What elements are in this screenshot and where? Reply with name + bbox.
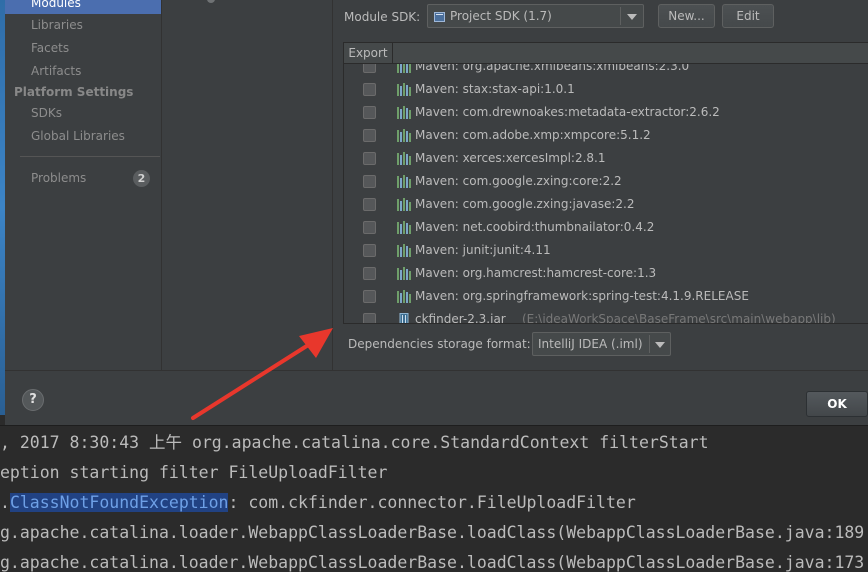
- dependencies-table: Maven: org.apache.xmlbeans:xmlbeans:2.3.…: [343, 42, 868, 324]
- export-checkbox[interactable]: [363, 83, 376, 96]
- problems-count-badge: 2: [133, 170, 150, 187]
- folder-icon: [434, 12, 445, 22]
- screenshot: Modules Libraries Facets Artifacts Platf…: [0, 0, 868, 572]
- dependency-path: (E:\ideaWorkSpace\BaseFrame\src\main\web…: [522, 312, 836, 324]
- library-icon: [397, 106, 411, 119]
- export-checkbox[interactable]: [363, 106, 376, 119]
- sidebar-item-label: Facets: [31, 41, 70, 55]
- dependency-name: Maven: com.adobe.xmp:xmpcore:5.1.2: [415, 128, 651, 142]
- dependency-row[interactable]: Maven: stax:stax-api:1.0.1: [344, 78, 868, 101]
- console-output: , 2017 8:30:43 上午 org.apache.catalina.co…: [0, 425, 868, 572]
- dropdown-separator: [649, 335, 650, 353]
- dependency-name: Maven: com.google.zxing:javase:2.2: [415, 197, 635, 211]
- dialog-button-bar: ? OK: [5, 370, 868, 426]
- dependency-row[interactable]: Maven: org.springframework:spring-test:4…: [344, 285, 868, 308]
- sidebar-item-label: Artifacts: [31, 64, 82, 78]
- sidebar-item-global-libraries[interactable]: Global Libraries: [5, 125, 161, 147]
- module-sdk-value: Project SDK (1.7): [450, 9, 552, 23]
- export-checkbox[interactable]: [363, 313, 376, 323]
- dependency-row[interactable]: Maven: com.google.zxing:javase:2.2: [344, 193, 868, 216]
- library-icon: [397, 221, 411, 234]
- chevron-down-icon: [627, 14, 637, 20]
- dependencies-pane: Module SDK: Project SDK (1.7) New... Edi…: [333, 0, 868, 370]
- new-sdk-button[interactable]: New...: [658, 4, 715, 28]
- export-checkbox[interactable]: [363, 198, 376, 211]
- console-line: g.apache.catalina.loader.WebappClassLoad…: [0, 553, 865, 572]
- module-tree-pane: [162, 0, 333, 370]
- sidebar-item-label: Modules: [31, 0, 81, 10]
- table-header: [393, 43, 868, 64]
- library-icon: [397, 244, 411, 257]
- sidebar-item-modules[interactable]: Modules: [5, 0, 161, 14]
- storage-format-dropdown[interactable]: IntelliJ IDEA (.iml): [532, 332, 671, 356]
- dependency-name: Maven: com.drewnoakes:metadata-extractor…: [415, 105, 720, 119]
- dependency-name: Maven: stax:stax-api:1.0.1: [415, 82, 575, 96]
- dependency-row[interactable]: ckfinder-2.3.jar (E:\ideaWorkSpace\BaseFr…: [344, 308, 868, 324]
- dependency-name: ckfinder-2.3.jar: [415, 312, 506, 324]
- sidebar: Modules Libraries Facets Artifacts Platf…: [5, 0, 162, 370]
- dependency-row[interactable]: Maven: org.hamcrest:hamcrest-core:1.3: [344, 262, 868, 285]
- sidebar-item-problems[interactable]: Problems 2: [5, 167, 161, 189]
- library-icon: [397, 198, 411, 211]
- export-checkbox[interactable]: [363, 244, 376, 257]
- dependency-name: Maven: com.google.zxing:core:2.2: [415, 174, 622, 188]
- sidebar-item-label: Problems: [31, 171, 87, 185]
- storage-format-value: IntelliJ IDEA (.iml): [538, 337, 643, 351]
- ok-button[interactable]: OK: [806, 391, 868, 417]
- dependency-row[interactable]: Maven: com.google.zxing:core:2.2: [344, 170, 868, 193]
- console-line: , 2017 8:30:43 上午 org.apache.catalina.co…: [0, 433, 709, 452]
- console-line: eption starting filter FileUploadFilter: [0, 463, 388, 482]
- edit-sdk-button[interactable]: Edit: [722, 4, 774, 28]
- platform-settings-header: Platform Settings: [14, 85, 134, 99]
- export-checkbox[interactable]: [363, 290, 376, 303]
- dropdown-separator: [620, 7, 621, 25]
- sidebar-item-label: SDKs: [31, 106, 62, 120]
- library-icon: [397, 290, 411, 303]
- dependency-row[interactable]: Maven: com.adobe.xmp:xmpcore:5.1.2: [344, 124, 868, 147]
- library-icon: [397, 129, 411, 142]
- highlighted-exception-name: ClassNotFoundException: [9, 493, 229, 512]
- dependency-row[interactable]: Maven: net.coobird:thumbnailator:0.4.2: [344, 216, 868, 239]
- sidebar-item-sdks[interactable]: SDKs: [5, 102, 161, 124]
- sidebar-item-libraries[interactable]: Libraries: [5, 14, 161, 36]
- dependency-name: Maven: xerces:xercesImpl:2.8.1: [415, 151, 606, 165]
- library-icon: [397, 83, 411, 96]
- export-checkbox[interactable]: [363, 152, 376, 165]
- dependency-name: Maven: net.coobird:thumbnailator:0.4.2: [415, 220, 655, 234]
- sidebar-item-facets[interactable]: Facets: [5, 37, 161, 59]
- library-icon: [397, 175, 411, 188]
- dependency-row[interactable]: Maven: xerces:xercesImpl:2.8.1: [344, 147, 868, 170]
- sidebar-item-label: Global Libraries: [31, 129, 125, 143]
- library-icon: [397, 152, 411, 165]
- dependency-name: Maven: org.springframework:spring-test:4…: [415, 289, 749, 303]
- sidebar-item-artifacts[interactable]: Artifacts: [5, 60, 161, 82]
- export-column-header[interactable]: Export: [344, 43, 393, 64]
- module-sdk-label: Module SDK:: [344, 10, 421, 24]
- console-line: .ClassNotFoundException: com.ckfinder.co…: [0, 488, 636, 518]
- dependency-name: Maven: junit:junit:4.11: [415, 243, 551, 257]
- storage-format-label: Dependencies storage format:: [348, 337, 531, 351]
- console-line: g.apache.catalina.loader.WebappClassLoad…: [0, 523, 865, 542]
- console-text: .: [0, 493, 10, 512]
- module-sdk-dropdown[interactable]: Project SDK (1.7): [427, 4, 644, 28]
- dependency-name: Maven: org.hamcrest:hamcrest-core:1.3: [415, 266, 657, 280]
- help-button[interactable]: ?: [22, 389, 44, 411]
- console-text: : com.ckfinder.connector.FileUploadFilte…: [228, 493, 636, 512]
- tree-node-marker: [207, 0, 215, 3]
- export-checkbox[interactable]: [363, 267, 376, 280]
- dependency-row[interactable]: Maven: com.drewnoakes:metadata-extractor…: [344, 101, 868, 124]
- jar-icon: [399, 313, 409, 323]
- sidebar-item-label: Libraries: [31, 18, 83, 32]
- export-checkbox[interactable]: [363, 175, 376, 188]
- export-checkbox[interactable]: [363, 129, 376, 142]
- export-checkbox[interactable]: [363, 221, 376, 234]
- library-icon: [397, 267, 411, 280]
- project-structure-dialog: Modules Libraries Facets Artifacts Platf…: [5, 0, 868, 426]
- sidebar-divider: [20, 156, 160, 157]
- chevron-down-icon: [655, 342, 665, 348]
- dependency-row[interactable]: Maven: junit:junit:4.11: [344, 239, 868, 262]
